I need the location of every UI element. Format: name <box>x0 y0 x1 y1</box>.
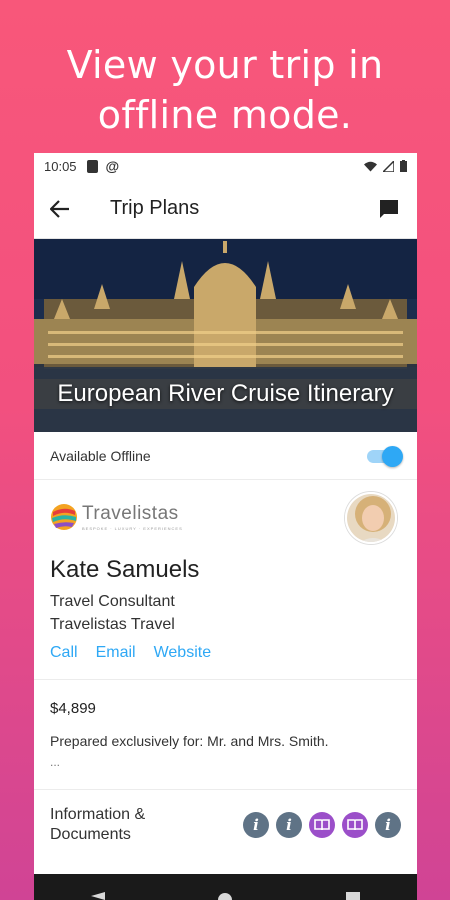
agent-avatar <box>345 492 397 544</box>
travelistas-logo-icon <box>51 504 77 530</box>
call-link[interactable]: Call <box>50 644 78 662</box>
chat-icon[interactable] <box>377 197 401 221</box>
email-link[interactable]: Email <box>96 644 136 662</box>
info-icon[interactable]: i <box>276 812 302 838</box>
available-offline-label: Available Offline <box>50 447 151 464</box>
at-sign-icon: @ <box>105 158 120 174</box>
document-icons: i i i <box>243 812 401 838</box>
website-link[interactable]: Website <box>154 644 212 662</box>
sd-card-icon <box>86 159 98 173</box>
agent-card: Travelistas BESPOKE · LUXURY · EXPERIENC… <box>34 480 417 680</box>
more-text-ellipsis[interactable]: ... <box>50 755 401 769</box>
information-documents-row[interactable]: Information & Documents i i i <box>34 790 417 860</box>
trip-summary: $4,899 Prepared exclusively for: Mr. and… <box>34 680 417 790</box>
battery-icon <box>400 160 407 172</box>
agency-brand: Travelistas <box>82 503 179 524</box>
contact-links: Call Email Website <box>50 644 401 662</box>
status-bar: 10:05 @ <box>34 153 417 179</box>
book-icon[interactable] <box>342 812 368 838</box>
agent-title: Travel Consultant <box>50 593 175 610</box>
available-offline-row: Available Offline <box>34 432 417 480</box>
trip-title: European River Cruise Itinerary <box>57 380 394 407</box>
trip-price: $4,899 <box>50 700 96 717</box>
trip-hero-image: European River Cruise Itinerary <box>34 239 417 432</box>
cell-signal-icon <box>383 160 394 172</box>
system-nav-bar <box>34 874 417 900</box>
prepared-for-text: Prepared exclusively for: Mr. and Mrs. S… <box>50 733 329 749</box>
status-time: 10:05 <box>44 158 77 174</box>
wifi-icon <box>364 161 377 171</box>
nav-home-icon[interactable] <box>218 892 233 900</box>
agent-company: Travelistas Travel <box>50 616 175 633</box>
toggle-knob <box>382 445 403 467</box>
nav-back-icon[interactable] <box>90 892 105 900</box>
available-offline-toggle[interactable] <box>365 445 403 467</box>
info-icon[interactable]: i <box>243 812 269 838</box>
agent-name: Kate Samuels <box>50 556 200 583</box>
info-icon[interactable]: i <box>375 812 401 838</box>
back-arrow-icon[interactable] <box>50 197 74 221</box>
page-title: Trip Plans <box>110 197 200 219</box>
agency-tagline: BESPOKE · LUXURY · EXPERIENCES <box>82 526 183 531</box>
app-bar: Trip Plans <box>34 179 417 239</box>
headline-line-2: offline mode. <box>97 93 353 137</box>
nav-recents-icon[interactable] <box>346 892 361 900</box>
headline-line-1: View your trip in <box>66 43 384 87</box>
promo-headline: View your trip in offline mode. <box>0 40 450 140</box>
phone-screen: 10:05 @ Trip Plans European River Cruise… <box>34 153 417 900</box>
book-icon[interactable] <box>309 812 335 838</box>
information-documents-label: Information & Documents <box>50 806 146 843</box>
